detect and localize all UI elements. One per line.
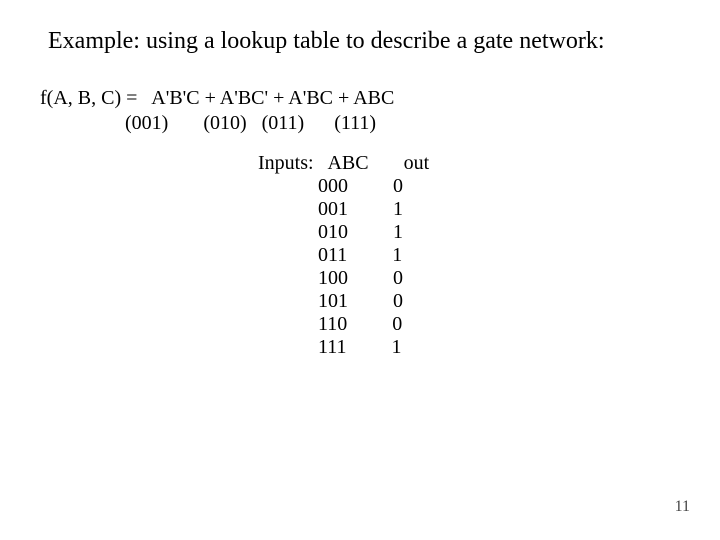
cell-out: 1: [393, 221, 403, 243]
cell-out: 0: [393, 290, 403, 312]
cell-out: 1: [392, 244, 402, 266]
cell-abc: 110: [318, 313, 347, 335]
boolean-equation: f(A, B, C) = A'B'C + A'BC' + A'BC + ABC …: [40, 86, 394, 136]
cell-abc: 011: [318, 244, 347, 266]
slide: Example: using a lookup table to describ…: [0, 0, 720, 540]
cell-out: 1: [393, 198, 403, 220]
cell-abc: 000: [318, 175, 348, 197]
equation-line-1: f(A, B, C) = A'B'C + A'BC' + A'BC + ABC: [40, 87, 394, 109]
col-header-abc: ABC: [327, 152, 368, 174]
cell-out: 0: [393, 267, 403, 289]
truth-table: Inputs: ABC out 000 0 001 1 010 1 011 1 …: [258, 152, 429, 359]
page-number: 11: [675, 498, 690, 516]
cell-out: 1: [392, 336, 402, 358]
cell-abc: 100: [318, 267, 348, 289]
cell-out: 0: [392, 313, 402, 335]
slide-title: Example: using a lookup table to describ…: [48, 28, 605, 55]
cell-abc: 101: [318, 290, 348, 312]
cell-abc: 001: [318, 198, 348, 220]
cell-abc: 111: [318, 336, 347, 358]
cell-out: 0: [393, 175, 403, 197]
inputs-label: Inputs:: [258, 152, 314, 174]
equation-line-2: (001) (010) (011) (111): [40, 112, 376, 134]
col-header-out: out: [404, 152, 430, 174]
cell-abc: 010: [318, 221, 348, 243]
